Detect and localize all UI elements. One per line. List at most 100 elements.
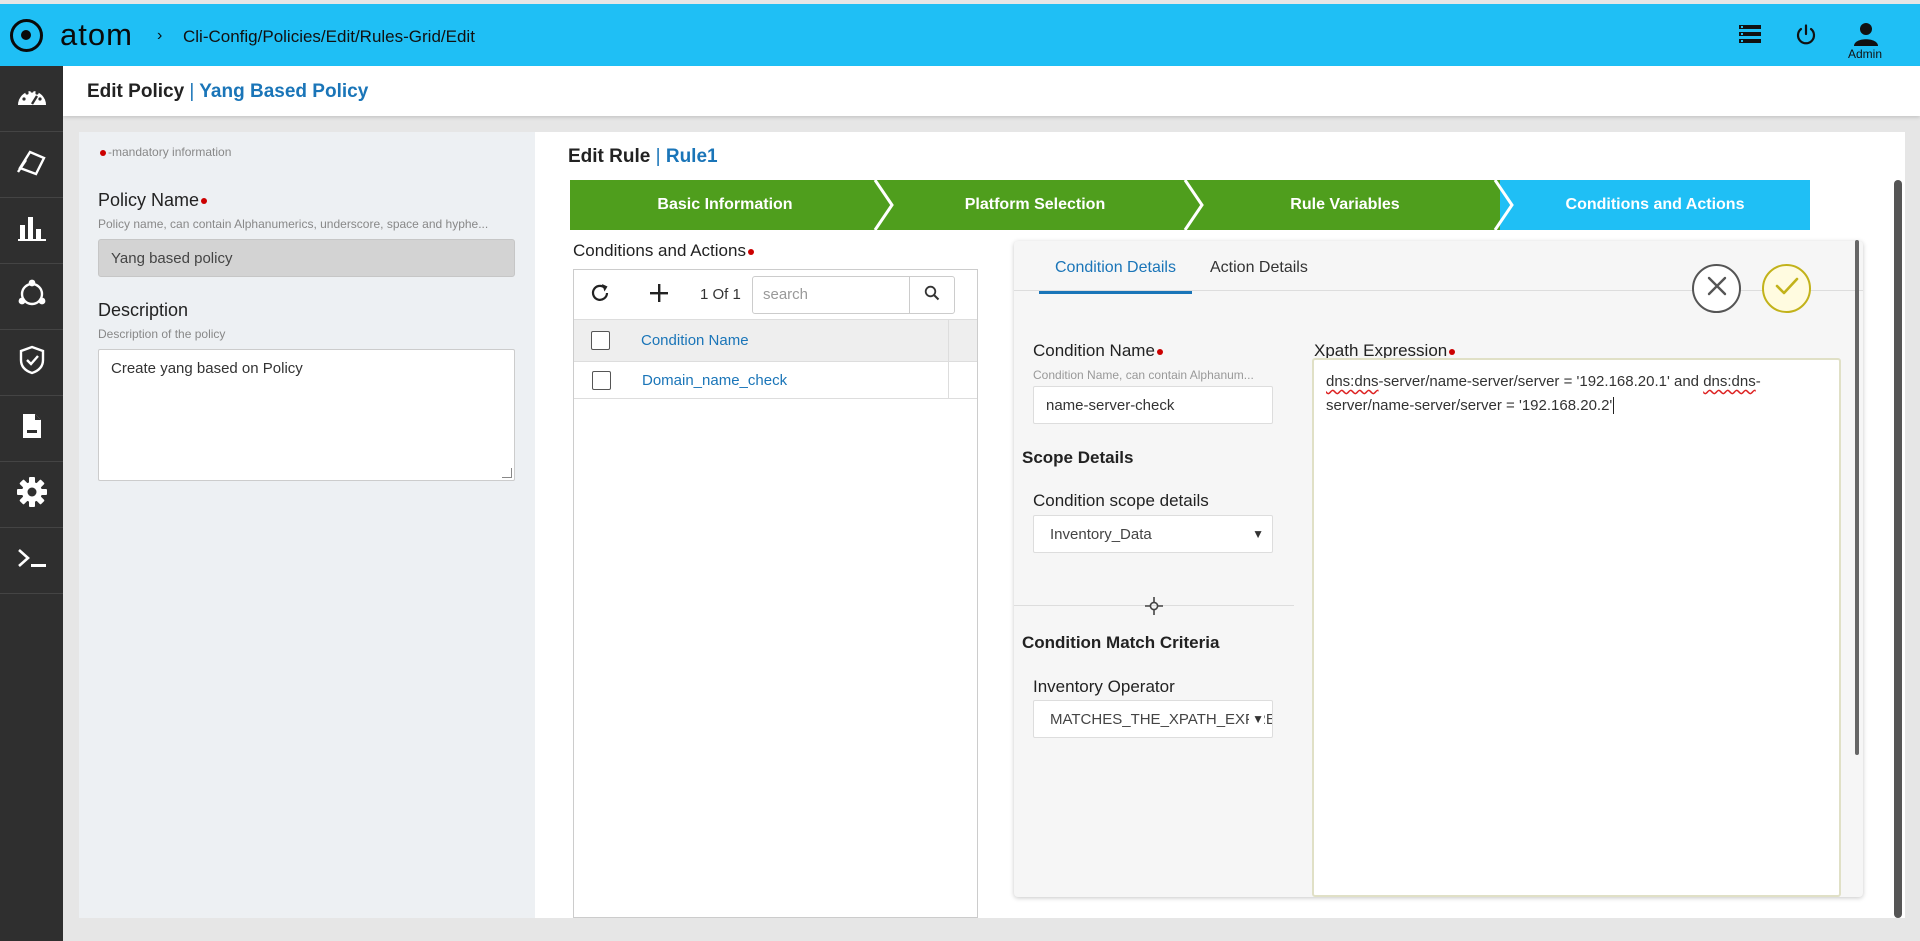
- mandatory-note: -mandatory information: [98, 145, 231, 159]
- nav-compliance[interactable]: [0, 330, 63, 396]
- top-bar: atom › Cli-Config/Policies/Edit/Rules-Gr…: [0, 4, 1920, 66]
- left-navigation: [0, 66, 63, 941]
- document-icon: [21, 412, 43, 445]
- nav-dashboard[interactable]: [0, 66, 63, 132]
- drag-handle-icon[interactable]: [1145, 597, 1163, 615]
- inventory-operator-label: Inventory Operator: [1033, 677, 1175, 696]
- column-header-condition-name[interactable]: Condition Name: [641, 332, 749, 349]
- page-scrollbar[interactable]: [1894, 180, 1902, 918]
- inventory-operator-select[interactable]: MATCHES_THE_XPATH_EXPRESSION ▼: [1033, 700, 1273, 738]
- power-icon[interactable]: [1795, 24, 1817, 51]
- nav-terminal[interactable]: [0, 528, 63, 594]
- condition-name-label-text: Condition Name: [1033, 341, 1155, 360]
- required-dot-icon: [100, 149, 106, 156]
- grid-header-row: Condition Name: [574, 320, 977, 362]
- checkmark-icon: [1775, 276, 1799, 301]
- caret-down-icon: ▼: [1252, 527, 1264, 541]
- nav-documents[interactable]: [0, 396, 63, 462]
- chart-icon: [17, 215, 46, 246]
- terminal-icon: [16, 547, 48, 574]
- required-dot-icon: [747, 248, 754, 255]
- inventory-operator-value: MATCHES_THE_XPATH_EXPRESSION: [1050, 711, 1272, 728]
- select-all-checkbox[interactable]: [591, 331, 610, 350]
- page-title: Edit Policy | Yang Based Policy: [87, 81, 368, 103]
- user-label[interactable]: Admin: [1848, 47, 1882, 61]
- condition-name-field[interactable]: name-server-check: [1033, 386, 1273, 424]
- step-rule-variables[interactable]: Rule Variables: [1190, 180, 1500, 230]
- required-dot-icon: [201, 198, 208, 205]
- nav-topology[interactable]: [0, 264, 63, 330]
- edit-rule-panel: Edit Rule | Rule1 Basic Information Plat…: [535, 132, 1905, 918]
- mandatory-note-text: -mandatory information: [108, 145, 232, 159]
- caret-down-icon: ▼: [1249, 712, 1264, 726]
- column-divider: [948, 320, 949, 399]
- step-platform-selection[interactable]: Platform Selection: [880, 180, 1190, 230]
- description-label: Description: [98, 300, 189, 320]
- required-dot-icon: [1449, 348, 1456, 355]
- rule-name: Rule1: [665, 146, 718, 167]
- resize-handle-icon[interactable]: [502, 468, 512, 478]
- title-separator: |: [189, 81, 195, 102]
- tab-action-details[interactable]: Action Details: [1210, 259, 1308, 277]
- rule-title-text: Edit Rule: [568, 146, 651, 167]
- page-count: 1 Of 1: [700, 286, 741, 303]
- nav-settings[interactable]: [0, 462, 63, 528]
- step-label: Conditions and Actions: [1565, 196, 1745, 213]
- step-basic-information[interactable]: Basic Information: [570, 180, 880, 230]
- policy-name-label-text: Policy Name: [98, 190, 200, 210]
- description-text: Create yang based on Policy: [111, 360, 303, 377]
- scope-details-heading: Scope Details: [1022, 448, 1134, 467]
- condition-name-label: Condition Name: [1033, 341, 1165, 361]
- scope-details-value: Inventory_Data: [1050, 526, 1152, 543]
- search-icon: [924, 285, 940, 306]
- description-field[interactable]: Create yang based on Policy: [98, 349, 515, 481]
- wizard-steps: Basic Information Platform Selection Rul…: [570, 180, 1810, 230]
- refresh-button[interactable]: [587, 282, 613, 308]
- grid-search-input[interactable]: search: [752, 276, 910, 314]
- page-header: Edit Policy | Yang Based Policy: [63, 66, 1920, 116]
- breadcrumb[interactable]: Cli-Config/Policies/Edit/Rules-Grid/Edit: [183, 27, 475, 47]
- step-conditions-and-actions[interactable]: Conditions and Actions: [1500, 180, 1810, 230]
- xpath-expression-field[interactable]: dns:dns-server/name-server/server = '192…: [1312, 358, 1841, 897]
- scope-details-label: Condition scope details: [1033, 491, 1209, 510]
- policy-name-field[interactable]: Yang based policy: [98, 239, 515, 277]
- table-row[interactable]: Domain_name_check: [574, 362, 977, 399]
- devices-icon: [16, 148, 48, 181]
- dashboard-icon: [16, 85, 48, 112]
- atom-logo-icon[interactable]: [10, 19, 43, 52]
- chevron-right-icon: ›: [157, 27, 163, 44]
- step-label: Basic Information: [657, 196, 793, 213]
- tab-condition-details[interactable]: Condition Details: [1039, 259, 1192, 294]
- description-hint: Description of the policy: [98, 327, 226, 341]
- conditions-section-label: Conditions and Actions: [573, 241, 756, 261]
- rule-title: Edit Rule | Rule1: [568, 146, 718, 168]
- scope-details-select[interactable]: Inventory_Data ▼: [1033, 515, 1273, 553]
- grid-search-button[interactable]: [909, 276, 955, 314]
- step-label: Platform Selection: [964, 196, 1106, 213]
- nav-analytics[interactable]: [0, 198, 63, 264]
- step-label: Rule Variables: [1290, 196, 1400, 213]
- app-logo-text[interactable]: atom: [60, 17, 133, 53]
- policy-name-hint: Policy name, can contain Alphanumerics, …: [98, 217, 489, 231]
- network-icon: [17, 279, 47, 314]
- close-icon: [1706, 275, 1728, 302]
- add-condition-button[interactable]: [646, 282, 672, 308]
- conditions-grid: 1 Of 1 search Condition Name Domain_name…: [573, 269, 978, 918]
- cancel-button[interactable]: [1692, 264, 1741, 313]
- nav-devices[interactable]: [0, 132, 63, 198]
- card-scrollbar[interactable]: [1855, 240, 1859, 755]
- xpath-expression-text: dns:dns-server/name-server/server = '192…: [1326, 373, 1761, 414]
- row-checkbox[interactable]: [592, 371, 611, 390]
- condition-name-hint: Condition Name, can contain Alphanum...: [1033, 368, 1254, 382]
- gear-icon: [16, 476, 48, 513]
- refresh-icon: [589, 282, 611, 309]
- match-criteria-heading: Condition Match Criteria: [1022, 633, 1220, 652]
- condition-name-link[interactable]: Domain_name_check: [642, 372, 787, 389]
- grid-toolbar: 1 Of 1 search: [574, 270, 977, 320]
- condition-detail-card: Condition Details Action Details Conditi…: [1014, 241, 1863, 897]
- plus-icon: [648, 282, 670, 309]
- policy-name-label: Policy Name: [98, 190, 209, 211]
- menu-list-icon[interactable]: [1738, 24, 1762, 49]
- page-subtitle: Yang Based Policy: [199, 81, 369, 102]
- save-button[interactable]: [1762, 264, 1811, 313]
